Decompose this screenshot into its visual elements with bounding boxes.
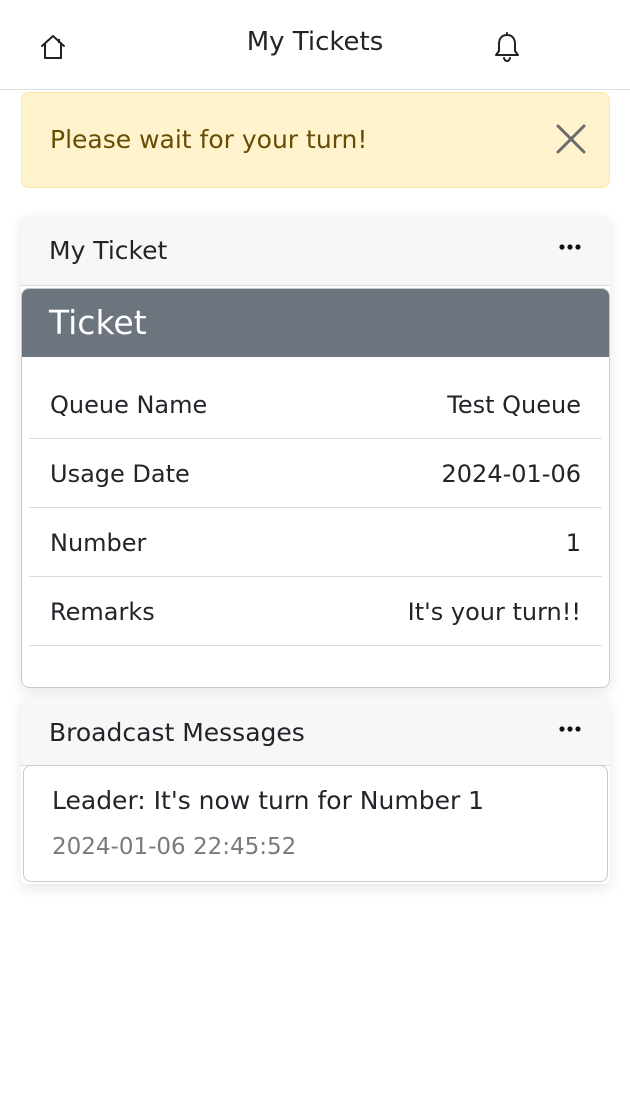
ticket-row-usage-date: Usage Date 2024-01-06 bbox=[29, 439, 602, 508]
page-title: My Tickets bbox=[246, 27, 384, 57]
row-value: 1 bbox=[565, 529, 581, 557]
row-value: Test Queue bbox=[447, 391, 581, 419]
broadcast-title: Broadcast Messages bbox=[49, 718, 305, 747]
row-value: 2024-01-06 bbox=[441, 460, 581, 488]
close-icon[interactable] bbox=[553, 121, 589, 157]
ticket-row-queue-name: Queue Name Test Queue bbox=[29, 370, 602, 439]
broadcast-header: Broadcast Messages bbox=[21, 698, 610, 766]
ticket-card-header: Ticket bbox=[22, 289, 609, 357]
more-horizontal-icon[interactable] bbox=[555, 234, 585, 260]
message-text: Leader: It's now turn for Number 1 bbox=[52, 786, 485, 815]
my-ticket-section: My Ticket Ticket Queue Name Test Queue U… bbox=[21, 216, 610, 688]
top-navbar: My Tickets bbox=[0, 0, 630, 90]
ticket-row-remarks: Remarks It's your turn!! bbox=[29, 577, 602, 646]
row-label: Number bbox=[50, 529, 147, 557]
ticket-card: Ticket Queue Name Test Queue Usage Date … bbox=[21, 288, 610, 688]
message-timestamp: 2024-01-06 22:45:52 bbox=[52, 834, 297, 860]
bell-icon[interactable] bbox=[491, 30, 523, 64]
ticket-card-title: Ticket bbox=[49, 303, 147, 342]
alert-message: Please wait for your turn! bbox=[50, 125, 368, 154]
row-value: It's your turn!! bbox=[407, 598, 581, 626]
my-ticket-title: My Ticket bbox=[49, 236, 168, 265]
my-ticket-header: My Ticket bbox=[21, 216, 610, 286]
more-horizontal-icon[interactable] bbox=[555, 716, 585, 742]
ticket-row-number: Number 1 bbox=[29, 508, 602, 577]
row-label: Usage Date bbox=[50, 460, 190, 488]
broadcast-section: Broadcast Messages Leader: It's now turn… bbox=[21, 698, 610, 884]
wait-alert: Please wait for your turn! bbox=[21, 92, 610, 188]
row-label: Queue Name bbox=[50, 391, 208, 419]
broadcast-message: Leader: It's now turn for Number 1 2024-… bbox=[23, 765, 608, 882]
row-label: Remarks bbox=[50, 598, 155, 626]
